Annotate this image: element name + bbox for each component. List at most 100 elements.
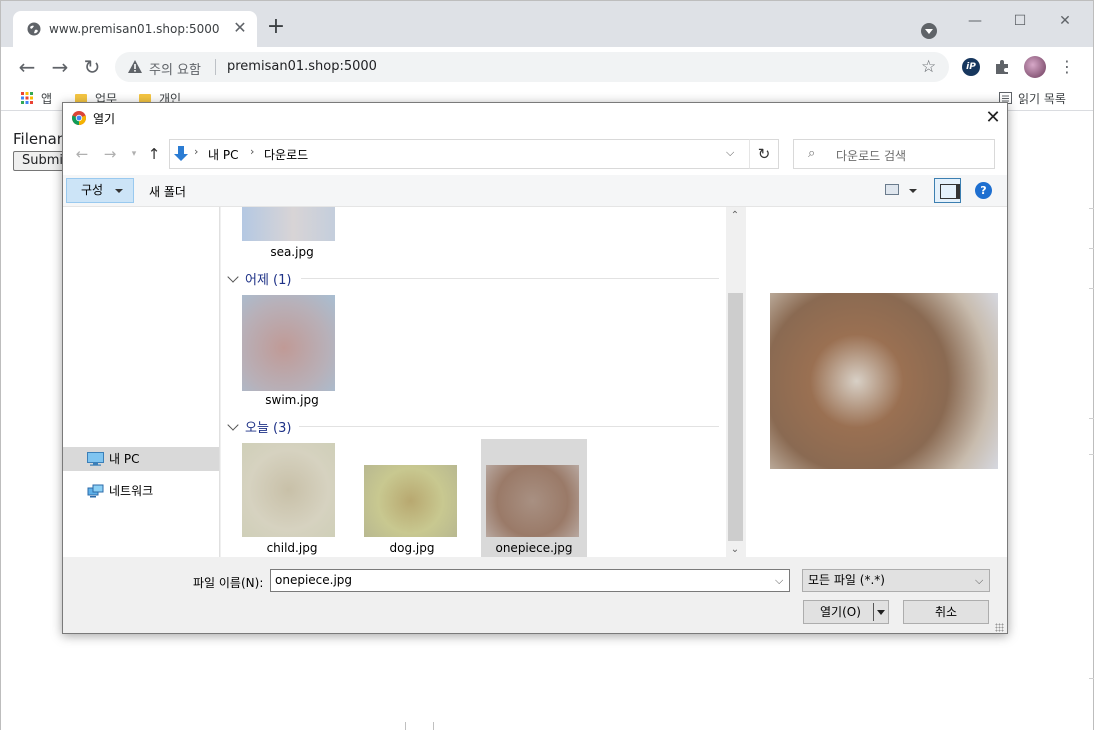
maximize-button[interactable]: ☐: [1000, 9, 1040, 33]
window-close-button[interactable]: ✕: [1045, 9, 1085, 33]
chevron-down-icon: [227, 271, 239, 283]
tab-strip: www.premisan01.shop:5000 ✕ + — ☐ ✕: [1, 1, 1093, 47]
page-divider: [1089, 208, 1094, 209]
chevron-down-icon: [115, 189, 123, 193]
file-name: sea.jpg: [270, 245, 314, 259]
reload-button[interactable]: ↻: [80, 55, 104, 79]
nav-item-my-pc[interactable]: 내 PC: [63, 447, 219, 471]
address-dropdown-icon[interactable]: ⌵: [726, 146, 734, 160]
extension-ip-icon[interactable]: iP: [962, 58, 980, 76]
bookmark-star-icon[interactable]: ☆: [921, 57, 936, 77]
recent-locations-icon[interactable]: ▾: [125, 145, 143, 163]
filetype-select[interactable]: 모든 파일 (*.*) ⌵: [802, 569, 990, 592]
filetype-value: 모든 파일 (*.*): [808, 573, 885, 587]
file-item-dog[interactable]: dog.jpg: [359, 439, 465, 557]
filename-input[interactable]: onepiece.jpg ⌵: [270, 569, 790, 592]
search-icon: ⌕: [808, 146, 816, 161]
filename-field-label: 파일 이름(N):: [193, 576, 264, 590]
address-bar[interactable]: 주의 요함 premisan01.shop:5000 ☆: [115, 52, 949, 82]
page-divider: [1089, 454, 1094, 455]
globe-icon: [27, 22, 41, 36]
computer-icon: [87, 452, 104, 466]
breadcrumb-downloads[interactable]: 다운로드: [264, 146, 308, 163]
reading-list[interactable]: 읽기 목록: [999, 90, 1066, 107]
dialog-forward-button[interactable]: →: [101, 145, 119, 163]
new-tab-button[interactable]: +: [265, 16, 287, 39]
security-warning-text[interactable]: 주의 요함: [149, 59, 201, 78]
image-thumbnail: [364, 465, 457, 537]
breadcrumb-chevron-icon: ›: [194, 145, 199, 158]
tab-active[interactable]: www.premisan01.shop:5000 ✕: [13, 11, 257, 47]
bookmark-apps[interactable]: 앱: [21, 90, 52, 107]
bookmark-apps-label: 앱: [41, 92, 53, 106]
dialog-search-input[interactable]: ⌕ 다운로드 검색: [793, 139, 995, 169]
file-item-onepiece[interactable]: onepiece.jpg: [481, 439, 587, 557]
file-list-pane: sea.jpg 어제 (1) swim.jpg 오늘 (3) child.jpg…: [221, 207, 726, 557]
nav-item-label: 네트워크: [109, 484, 154, 498]
group-header-label: 오늘 (3): [245, 421, 292, 436]
file-name: swim.jpg: [265, 393, 319, 407]
tab-search-icon[interactable]: [921, 23, 937, 39]
chevron-down-icon: [227, 419, 239, 431]
organize-button[interactable]: 구성: [66, 178, 134, 203]
dialog-bottom-bar: 파일 이름(N): onepiece.jpg ⌵ 모든 파일 (*.*) ⌵ 열…: [63, 557, 1007, 633]
file-item-child[interactable]: child.jpg: [239, 439, 345, 557]
open-button-label: 열기(O): [820, 605, 861, 619]
resize-grip-icon[interactable]: [995, 623, 1004, 632]
chrome-menu-icon[interactable]: ⋮: [1055, 55, 1079, 79]
tab-close-icon[interactable]: ✕: [231, 19, 249, 37]
nav-item-label: 내 PC: [109, 452, 140, 466]
dialog-command-bar: 구성 새 폴더 ?: [63, 175, 1007, 207]
navigation-pane: 내 PC 네트워크: [63, 207, 220, 557]
minimize-button[interactable]: —: [955, 9, 995, 33]
browser-toolbar: ← → ↻ 주의 요함 premisan01.shop:5000 ☆ iP ⋮: [1, 47, 1093, 87]
group-divider: [299, 426, 719, 427]
url-text[interactable]: premisan01.shop:5000: [227, 59, 377, 74]
dialog-navbar: ← → ▾ ↑ › 내 PC › 다운로드 ⌵ ↻ ⌕ 다운로드 검색: [63, 133, 1007, 175]
chevron-down-icon: ⌵: [975, 574, 984, 587]
preview-pane-button[interactable]: [934, 178, 961, 203]
dialog-address-bar[interactable]: › 내 PC › 다운로드 ⌵: [169, 139, 779, 169]
preview-pane: [746, 207, 1007, 557]
group-header-label: 어제 (1): [245, 273, 292, 288]
dialog-refresh-button[interactable]: ↻: [749, 139, 779, 169]
scroll-down-icon[interactable]: ⌄: [730, 545, 740, 555]
breadcrumb-my-pc[interactable]: 내 PC: [208, 146, 238, 163]
view-mode-dropdown-icon[interactable]: [909, 189, 917, 193]
cancel-button[interactable]: 취소: [903, 600, 989, 624]
scroll-up-icon[interactable]: ⌃: [730, 211, 740, 221]
image-thumbnail: [242, 443, 335, 537]
browser-window: www.premisan01.shop:5000 ✕ + — ☐ ✕ ← → ↻…: [0, 0, 1094, 730]
forward-button[interactable]: →: [48, 55, 72, 79]
open-button[interactable]: 열기(O): [803, 600, 889, 624]
image-thumbnail: [242, 295, 335, 391]
open-options-caret-icon[interactable]: [877, 610, 885, 615]
dialog-close-button[interactable]: ✕: [981, 106, 1005, 130]
up-folder-button[interactable]: ↑: [145, 145, 163, 163]
filename-value: onepiece.jpg: [275, 573, 353, 587]
profile-avatar[interactable]: [1024, 56, 1046, 78]
group-header-yesterday[interactable]: 어제 (1): [227, 269, 292, 288]
file-item-swim[interactable]: swim.jpg: [239, 291, 345, 409]
tab-title: www.premisan01.shop:5000: [49, 22, 220, 36]
chevron-down-icon[interactable]: ⌵: [775, 570, 783, 591]
warning-icon[interactable]: [127, 59, 143, 75]
scrollbar-thumb[interactable]: [728, 293, 743, 541]
dialog-back-button[interactable]: ←: [73, 145, 91, 163]
file-item-sea[interactable]: sea.jpg: [239, 207, 345, 261]
omnibox-separator: [215, 59, 216, 75]
breadcrumb-chevron-icon: ›: [250, 145, 255, 158]
search-placeholder: 다운로드 검색: [836, 149, 907, 163]
help-icon[interactable]: ?: [975, 182, 992, 199]
nav-item-network[interactable]: 네트워크: [63, 479, 219, 503]
new-folder-button[interactable]: 새 폴더: [149, 183, 186, 200]
file-open-dialog: 열기 ✕ ← → ▾ ↑ › 내 PC › 다운로드 ⌵ ↻ ⌕ 다운로드 검색: [62, 102, 1008, 634]
file-list-scrollbar[interactable]: ⌃ ⌄: [726, 207, 745, 557]
view-mode-icon[interactable]: [885, 184, 899, 195]
extensions-puzzle-icon[interactable]: [993, 58, 1011, 76]
page-divider: [1089, 248, 1094, 249]
download-arrow-icon: [174, 146, 188, 161]
group-header-today[interactable]: 오늘 (3): [227, 417, 292, 436]
back-button[interactable]: ←: [15, 55, 39, 79]
preview-image: [770, 293, 998, 469]
